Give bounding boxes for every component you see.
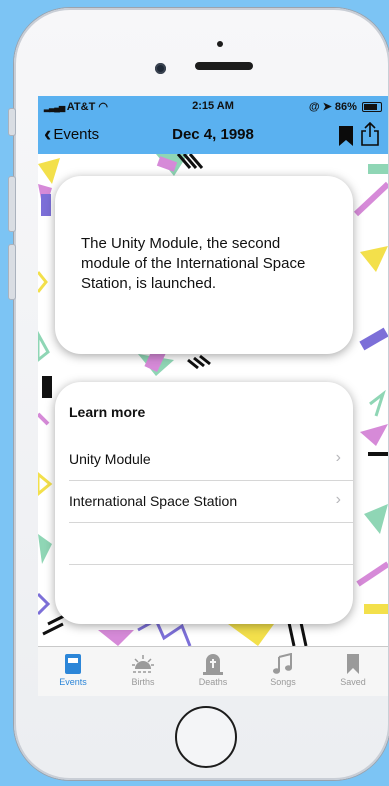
learn-more-item-label: International Space Station: [69, 493, 238, 509]
births-icon: [132, 655, 154, 673]
nav-title: Dec 4, 1998: [172, 126, 254, 143]
share-button[interactable]: [360, 121, 380, 146]
learn-more-empty-row: [69, 522, 353, 565]
front-camera: [155, 63, 166, 74]
deaths-icon: [203, 654, 223, 675]
content-area[interactable]: The Unity Module, the second module of t…: [38, 154, 388, 646]
tab-label: Deaths: [198, 677, 228, 687]
tab-label: Songs: [270, 677, 296, 687]
events-icon: [65, 654, 81, 674]
home-button[interactable]: [175, 706, 237, 768]
chevron-right-icon: ›: [335, 491, 341, 508]
tab-label: Saved: [340, 677, 366, 687]
tab-saved[interactable]: Saved: [318, 653, 388, 695]
learn-more-title: Learn more: [69, 404, 146, 420]
battery-icon: [362, 102, 382, 113]
lock-rotation-icon: @: [308, 101, 320, 113]
battery-percent: 86%: [334, 101, 357, 113]
learn-more-item-unity-module[interactable]: Unity Module ›: [69, 438, 353, 481]
tab-songs[interactable]: Songs: [248, 653, 318, 695]
navigation-bar: ‹ Events Dec 4, 1998: [38, 116, 388, 154]
proximity-sensor: [217, 41, 223, 47]
tab-bar: Events Births Deaths Songs Saved: [38, 646, 388, 696]
volume-down-button: [8, 244, 16, 300]
tab-label: Births: [131, 677, 155, 687]
saved-icon: [347, 654, 359, 674]
status-right: @ ➤ 86%: [309, 100, 382, 113]
event-description: The Unity Module, the second module of t…: [81, 235, 306, 292]
tab-deaths[interactable]: Deaths: [178, 653, 248, 695]
tab-label: Events: [59, 677, 87, 687]
event-card: The Unity Module, the second module of t…: [55, 176, 353, 354]
share-icon: [361, 121, 379, 146]
tab-births[interactable]: Births: [108, 653, 178, 695]
earpiece-speaker: [195, 62, 253, 70]
screen: ▂▃▄▅ AT&T ◠ 2:15 AM @ ➤ 86% ‹ Events Dec…: [38, 96, 388, 696]
learn-more-card: Learn more Unity Module › International …: [55, 382, 353, 624]
learn-more-item-international-space-station[interactable]: International Space Station ›: [69, 480, 353, 523]
bookmark-icon: [339, 126, 353, 146]
location-icon: ➤: [322, 101, 332, 113]
bookmark-button[interactable]: [338, 126, 354, 146]
tab-events[interactable]: Events: [38, 653, 108, 695]
volume-up-button: [8, 176, 16, 232]
status-bar: ▂▃▄▅ AT&T ◠ 2:15 AM @ ➤ 86%: [38, 96, 388, 116]
learn-more-item-label: Unity Module: [69, 451, 151, 467]
chevron-right-icon: ›: [335, 449, 341, 466]
songs-icon: [273, 653, 292, 674]
silent-switch: [8, 108, 16, 136]
